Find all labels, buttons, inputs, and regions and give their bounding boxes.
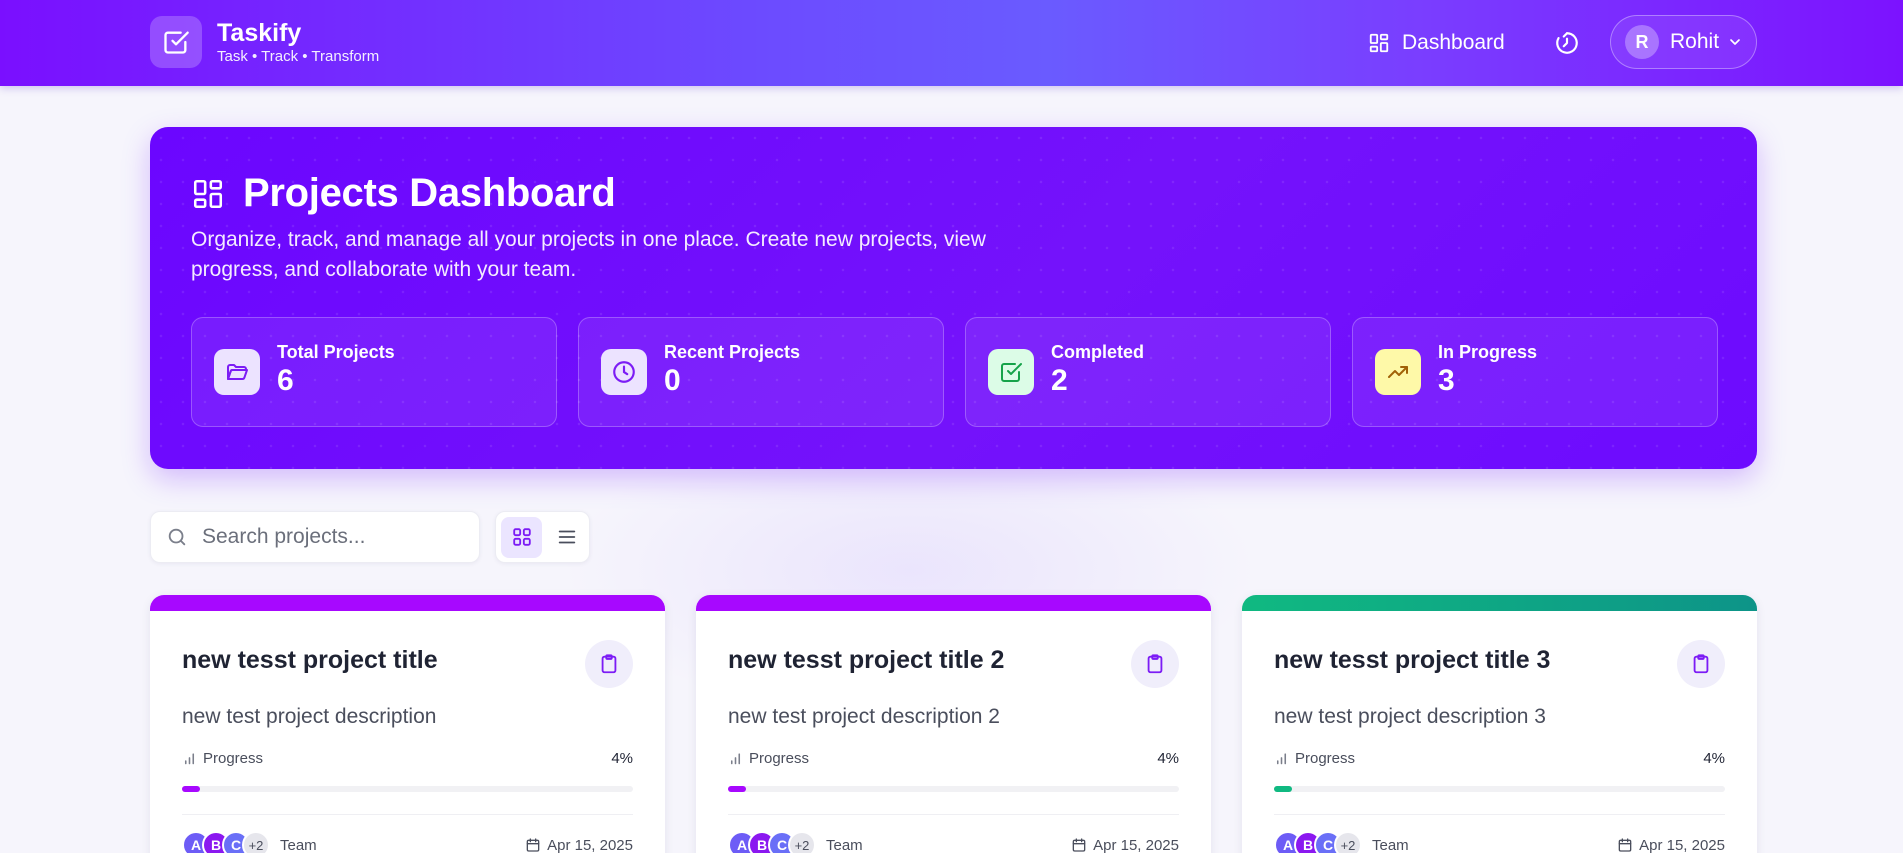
- card-divider: [728, 814, 1179, 815]
- user-name: Rohit: [1670, 30, 1720, 53]
- stat-value: 3: [1438, 364, 1455, 397]
- history-icon: [1556, 32, 1578, 54]
- user-menu[interactable]: R Rohit: [1610, 15, 1757, 69]
- team-more-count: +2: [1334, 831, 1362, 853]
- bar-chart-icon: [184, 753, 195, 765]
- brand-tagline: Task • Track • Transform: [217, 48, 380, 65]
- view-toggle: [495, 511, 590, 563]
- clipboard-icon[interactable]: [585, 640, 633, 688]
- bar-chart-icon: [730, 753, 741, 765]
- stat-label: Completed: [1051, 342, 1145, 362]
- project-title: new tesst project title 3: [1274, 646, 1551, 674]
- card-divider: [1274, 814, 1725, 815]
- calendar-icon: [1618, 838, 1632, 852]
- stat-value: 0: [664, 364, 681, 397]
- team-more-count: +2: [788, 831, 816, 853]
- nav-dashboard-link[interactable]: Dashboard: [1368, 26, 1505, 60]
- calendar-icon: [1072, 838, 1086, 852]
- project-card[interactable]: new tesst project title 3 new test proje…: [1242, 595, 1757, 853]
- task-check-icon: [150, 16, 202, 68]
- team-label: Team: [826, 836, 863, 853]
- project-title: new tesst project title 2: [728, 646, 1005, 674]
- chevron-down-icon: [1730, 39, 1740, 45]
- stat-in-progress[interactable]: In Progress 3: [1352, 317, 1718, 427]
- project-title: new tesst project title: [182, 646, 438, 674]
- card-accent-bar: [696, 595, 1211, 611]
- project-date: Apr 15, 2025: [1639, 836, 1725, 853]
- stat-recent-projects[interactable]: Recent Projects 0: [578, 317, 944, 427]
- search-box: [150, 511, 480, 563]
- list-icon: [558, 530, 575, 544]
- card-accent-bar: [150, 595, 665, 611]
- history-button[interactable]: [1550, 26, 1584, 60]
- calendar-icon: [526, 838, 540, 852]
- bar-chart-icon: [1276, 753, 1287, 765]
- top-navbar: Taskify Task • Track • Transform Dashboa…: [0, 0, 1903, 86]
- progress-fill: [182, 786, 201, 792]
- stat-completed[interactable]: Completed 2: [965, 317, 1331, 427]
- team-avatars: A B C +2 Team: [182, 831, 317, 853]
- dashboard-grid-icon: [193, 179, 223, 208]
- project-description: new test project description 2: [728, 705, 1000, 728]
- check-square-icon: [988, 349, 1034, 395]
- clock-icon: [601, 349, 647, 395]
- trending-up-icon: [1375, 349, 1421, 395]
- page-title: Projects Dashboard: [243, 171, 616, 215]
- folder-icon: [214, 349, 260, 395]
- project-date: Apr 15, 2025: [1093, 836, 1179, 853]
- project-description: new test project description: [182, 705, 437, 728]
- progress-fill: [728, 786, 747, 792]
- team-more-count: +2: [242, 831, 270, 853]
- stat-label: Total Projects: [277, 342, 395, 362]
- team-label: Team: [1372, 836, 1409, 853]
- progress-percent: 4%: [1157, 750, 1179, 767]
- stat-total-projects[interactable]: Total Projects 6: [191, 317, 557, 427]
- user-avatar: R: [1625, 25, 1659, 59]
- team-avatars: A B C +2 Team: [1274, 831, 1409, 853]
- progress-percent: 4%: [1703, 750, 1725, 767]
- clipboard-icon[interactable]: [1131, 640, 1179, 688]
- project-card[interactable]: new tesst project title 2 new test proje…: [696, 595, 1211, 853]
- progress-label: Progress: [203, 750, 264, 767]
- search-input[interactable]: [202, 525, 462, 549]
- dashboard-hero: Projects Dashboard Organize, track, and …: [150, 127, 1757, 469]
- progress-track: [1274, 786, 1725, 792]
- progress-percent: 4%: [611, 750, 633, 767]
- clipboard-icon[interactable]: [1677, 640, 1725, 688]
- project-description: new test project description 3: [1274, 705, 1546, 728]
- project-date: Apr 15, 2025: [547, 836, 633, 853]
- list-view-button[interactable]: [546, 517, 587, 558]
- dashboard-grid-icon: [1369, 33, 1389, 53]
- progress-label: Progress: [749, 750, 810, 767]
- progress-label: Progress: [1295, 750, 1356, 767]
- brand[interactable]: Taskify Task • Track • Transform: [150, 16, 379, 68]
- card-accent-bar: [1242, 595, 1757, 611]
- grid-icon: [512, 528, 531, 546]
- progress-track: [182, 786, 633, 792]
- brand-name: Taskify: [217, 19, 302, 47]
- stat-value: 6: [277, 364, 294, 397]
- stats-row: Total Projects 6 Recent Projects 0 Compl…: [191, 317, 1718, 427]
- hero-heading: Projects Dashboard: [191, 171, 616, 216]
- team-avatars: A B C +2 Team: [728, 831, 863, 853]
- progress-fill: [1274, 786, 1293, 792]
- team-label: Team: [280, 836, 317, 853]
- stat-label: Recent Projects: [664, 342, 801, 362]
- stat-value: 2: [1051, 364, 1068, 397]
- nav-dashboard-label: Dashboard: [1402, 31, 1505, 54]
- search-icon: [168, 528, 186, 546]
- stat-label: In Progress: [1438, 342, 1538, 362]
- hero-description: Organize, track, and manage all your pro…: [191, 228, 986, 281]
- grid-view-button[interactable]: [501, 516, 542, 558]
- progress-track: [728, 786, 1179, 792]
- card-divider: [182, 814, 633, 815]
- project-card[interactable]: new tesst project title new test project…: [150, 595, 665, 853]
